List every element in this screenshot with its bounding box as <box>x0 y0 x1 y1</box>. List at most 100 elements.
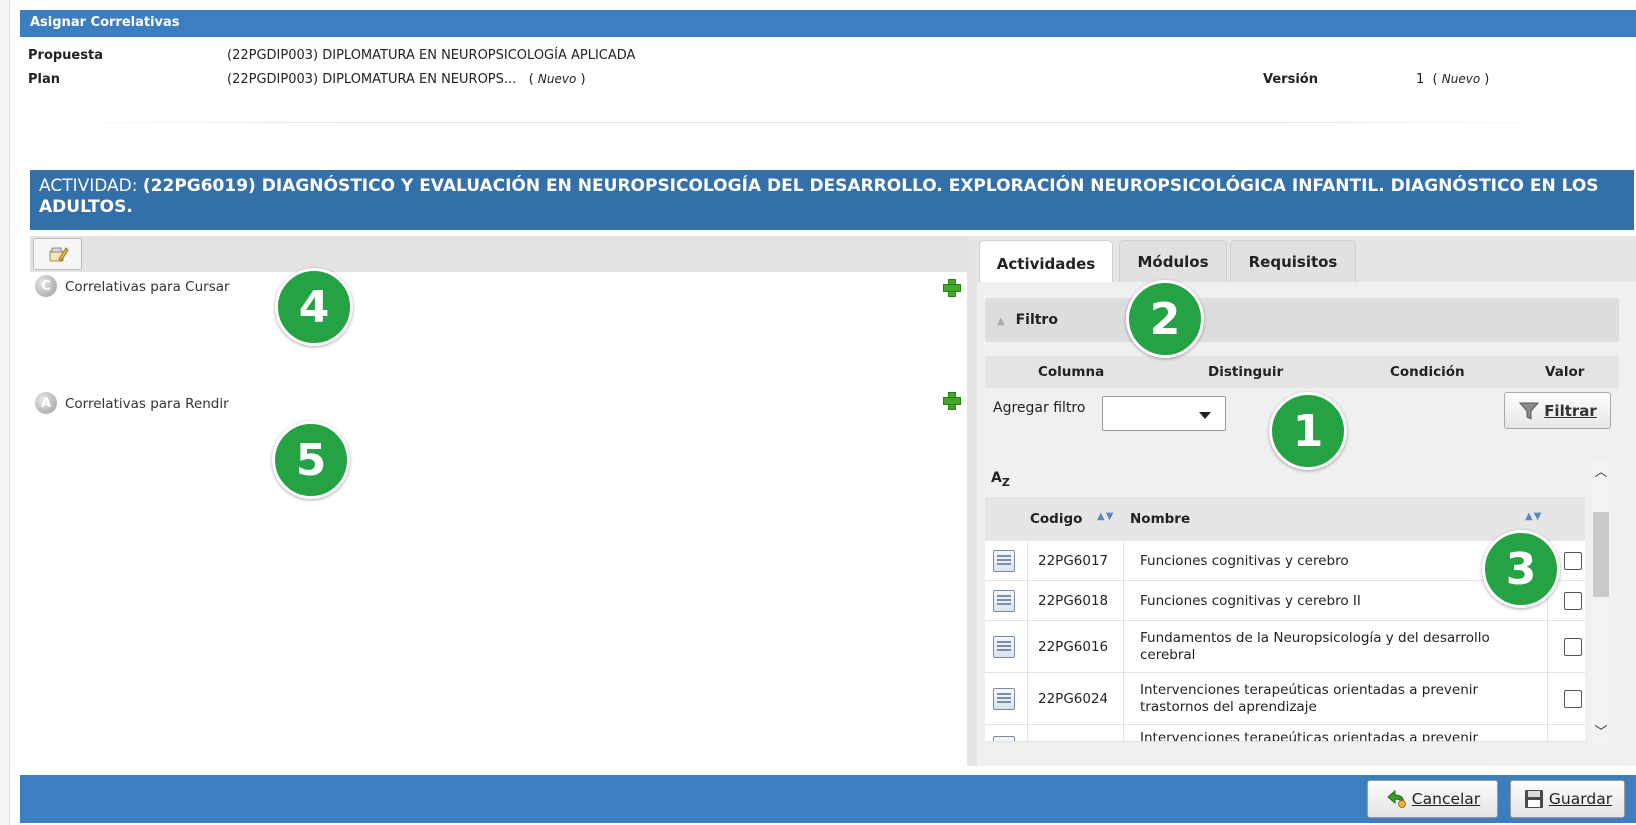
floppy-disk-icon <box>1524 790 1543 808</box>
grid-col-codigo[interactable]: Codigo <box>1030 511 1082 527</box>
table-row[interactable]: 22PG6016 Fundamentos de la Neuropsicolog… <box>985 621 1585 673</box>
cursar-circle-icon: C <box>35 275 57 297</box>
cell-separator <box>1547 621 1548 672</box>
add-rendir-plus-icon[interactable] <box>942 391 961 410</box>
row-name: Intervenciones terapeúticas orientadas a… <box>1140 730 1479 742</box>
filtrar-button[interactable]: Filtrar <box>1504 392 1611 429</box>
codigo-sort-arrows-icon[interactable]: ▲▼ <box>1097 511 1114 522</box>
propuesta-value: (22PGDIP003) DIPLOMATURA EN NEUROPSICOLO… <box>227 48 636 63</box>
grid-col-nombre[interactable]: Nombre <box>1130 511 1190 527</box>
funnel-icon <box>1519 402 1540 420</box>
sort-az-icon[interactable]: AZ <box>991 470 1010 489</box>
row-name: Fundamentos de la Neuropsicología y del … <box>1140 630 1490 663</box>
version-label: Versión <box>1263 72 1318 87</box>
activity-prefix: ACTIVIDAD: <box>39 176 138 196</box>
rendir-label: Correlativas para Rendir <box>65 396 229 412</box>
row-code: 22PG6016 <box>1038 639 1109 655</box>
agregar-filtro-label: Agregar filtro <box>993 400 1086 416</box>
row-code: 22PG6017 <box>1038 553 1109 569</box>
edit-tool-button[interactable] <box>33 238 82 270</box>
callout-badge-5: 5 <box>272 421 350 499</box>
row-name: Funciones cognitivas y cerebro <box>1140 553 1349 569</box>
table-row[interactable]: 22PG6024 Intervenciones terapeúticas ori… <box>985 673 1585 725</box>
grid-scrollbar[interactable]: ︿ ﹀ <box>1592 459 1610 742</box>
activity-name: (22PG6019) DIAGNÓSTICO Y EVALUACIÓN EN N… <box>39 176 1599 217</box>
document-list-icon <box>993 688 1015 710</box>
left-toolbar <box>30 236 967 272</box>
cell-separator <box>1027 541 1028 580</box>
add-cursar-plus-icon[interactable] <box>942 278 961 297</box>
filter-col-columna: Columna <box>1038 364 1105 380</box>
activity-banner: ACTIVIDAD: (22PG6019) DIAGNÓSTICO Y EVAL… <box>30 170 1634 230</box>
row-checkbox[interactable] <box>1564 552 1582 570</box>
cell-separator <box>1123 673 1124 724</box>
filter-title: Filtro <box>1015 312 1058 328</box>
filter-header-row: Columna Distinguir Condición Valor <box>985 356 1619 388</box>
callout-badge-4: 4 <box>275 268 353 346</box>
cell-separator <box>1123 541 1124 580</box>
cell-separator <box>1027 725 1028 741</box>
row-name: Intervenciones terapeúticas orientadas a… <box>1140 682 1479 715</box>
plan-value: (22PGDIP003) DIPLOMATURA EN NEUROPS... (… <box>227 72 586 87</box>
tab-modulos[interactable]: Módulos <box>1119 240 1227 282</box>
collapse-triangle-icon: ▲ <box>997 316 1005 327</box>
divider <box>30 122 1590 123</box>
filter-col-condicion: Condición <box>1390 364 1465 380</box>
agregar-filtro-select[interactable] <box>1102 396 1226 431</box>
plan-code-name: (22PGDIP003) DIPLOMATURA EN NEUROPS... <box>227 72 517 87</box>
window-title: Asignar Correlativas <box>30 15 180 30</box>
version-value: 1 <box>1416 72 1425 87</box>
save-label: Guardar <box>1548 790 1613 808</box>
cell-separator <box>1027 581 1028 620</box>
cell-separator <box>1547 725 1548 741</box>
document-list-icon <box>993 736 1015 741</box>
grid-header-row: Codigo ▲▼ Nombre ▲▼ <box>985 497 1585 541</box>
plan-label: Plan <box>28 72 61 87</box>
tab-actividades[interactable]: Actividades <box>979 240 1113 286</box>
cell-separator <box>1027 621 1028 672</box>
document-list-icon <box>993 550 1015 572</box>
row-code: 22PG6018 <box>1038 593 1109 609</box>
rendir-circle-icon: A <box>35 392 57 414</box>
dropdown-caret-icon <box>1199 412 1211 419</box>
cell-separator <box>1123 725 1124 741</box>
plan-state-close: ) <box>580 72 586 87</box>
scroll-thumb[interactable] <box>1593 512 1609 597</box>
left-frame-edge <box>0 0 10 825</box>
scroll-down-icon[interactable]: ﹀ <box>1594 721 1608 740</box>
filter-col-valor: Valor <box>1545 364 1585 380</box>
row-name: Funciones cognitivas y cerebro II <box>1140 593 1361 609</box>
document-list-icon <box>993 636 1015 658</box>
row-checkbox[interactable] <box>1564 690 1582 708</box>
cell-separator <box>1123 581 1124 620</box>
callout-badge-2: 2 <box>1126 280 1204 358</box>
plan-state-open: ( <box>528 72 534 87</box>
back-arrow-icon <box>1387 789 1406 808</box>
scroll-up-icon[interactable]: ︿ <box>1594 461 1608 480</box>
callout-badge-3: 3 <box>1482 530 1560 608</box>
nombre-sort-arrows-icon[interactable]: ▲▼ <box>1525 511 1542 522</box>
row-code: 22PG6024 <box>1038 691 1109 707</box>
cell-separator <box>1027 673 1028 724</box>
cancel-button[interactable]: Cancelar <box>1367 780 1498 818</box>
version-state: Nuevo <box>1441 72 1481 86</box>
filtrar-label: Filtrar <box>1544 401 1597 420</box>
filter-col-distinguir: Distinguir <box>1208 364 1284 380</box>
row-checkbox[interactable] <box>1564 638 1582 656</box>
document-list-icon <box>993 590 1015 612</box>
window-title-bar: Asignar Correlativas <box>20 10 1636 37</box>
propuesta-label: Propuesta <box>28 48 103 63</box>
plan-state: Nuevo <box>537 72 577 86</box>
cancel-label: Cancelar <box>1411 790 1481 808</box>
save-button[interactable]: Guardar <box>1510 780 1625 818</box>
filter-toggle[interactable]: ▲ Filtro <box>985 298 1619 342</box>
version-value-group: 1 ( Nuevo ) <box>1416 72 1490 87</box>
cursar-label: Correlativas para Cursar <box>65 279 230 295</box>
edit-tool-icon <box>49 247 69 262</box>
table-row[interactable]: Intervenciones terapeúticas orientadas a… <box>985 725 1585 742</box>
tab-requisitos[interactable]: Requisitos <box>1230 240 1356 282</box>
row-checkbox[interactable] <box>1564 592 1582 610</box>
callout-badge-1: 1 <box>1269 392 1347 470</box>
cell-separator <box>1547 673 1548 724</box>
cell-separator <box>1123 621 1124 672</box>
